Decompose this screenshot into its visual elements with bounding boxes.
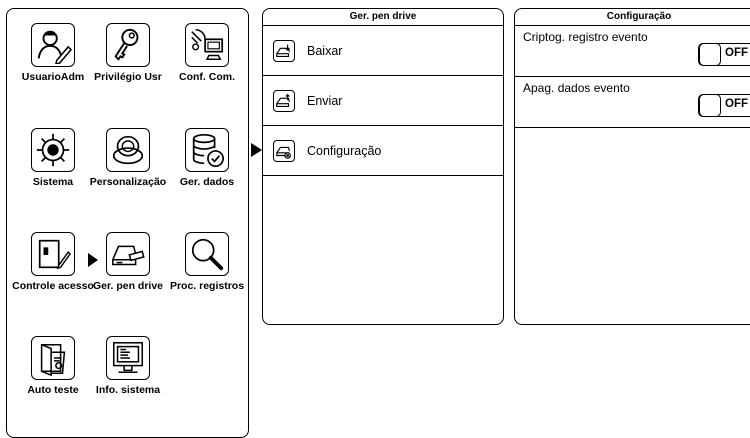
menu-item-label: Privilégio Usr [94, 71, 162, 83]
usb-drive-icon [106, 232, 150, 276]
database-icon [185, 128, 229, 172]
main-menu-panel: UsuarioAdm Privilégio Usr Conf. Com. Sis… [6, 8, 249, 438]
menu-item-label: Ger. pen drive [92, 280, 164, 292]
pen-item-configuracao[interactable]: Configuração [251, 126, 503, 176]
menu-item-label: Auto teste [27, 384, 79, 396]
toggle-knob [699, 94, 721, 117]
usb-download-icon [273, 39, 295, 62]
menu-item-label: Proc. registros [169, 280, 245, 292]
menu-item-personalizacao[interactable]: Personalização [87, 128, 169, 188]
pen-item-label: Baixar [307, 43, 343, 58]
self-test-icon [31, 336, 75, 380]
config-item-apag[interactable]: Apag. dados evento OFF [515, 77, 750, 128]
menu-item-label: UsuarioAdm [21, 71, 85, 83]
menu-item-ger-dados[interactable]: Ger. dados [166, 128, 248, 188]
user-edit-icon [31, 23, 75, 67]
menu-item-sistema[interactable]: Sistema [12, 128, 94, 188]
menu-item-label: Info. sistema [95, 384, 161, 396]
toggle-knob [699, 43, 721, 66]
toggle-state: OFF [725, 98, 748, 110]
menu-item-proc-registros[interactable]: Proc. registros [166, 232, 248, 292]
magnifier-icon [185, 232, 229, 276]
config-panel: Configuração Criptog. registro evento OF… [514, 8, 750, 325]
menu-item-label: Sistema [32, 176, 74, 188]
usb-settings-icon [273, 139, 295, 162]
menu-item-ger-pen-drive[interactable]: Ger. pen drive [87, 232, 169, 292]
system-info-icon [106, 336, 150, 380]
pen-drive-panel: Ger. pen drive Baixar Enviar Configuraçã… [251, 8, 504, 325]
pen-item-enviar[interactable]: Enviar [263, 76, 503, 126]
menu-item-info-sistema[interactable]: Info. sistema [87, 336, 169, 396]
pen-item-label: Configuração [307, 143, 382, 158]
menu-item-controle-acesso[interactable]: Controle acesso [12, 232, 94, 292]
menu-item-privilegio[interactable]: Privilégio Usr [87, 23, 169, 83]
network-computer-icon [185, 23, 229, 67]
toggle-switch[interactable]: OFF [698, 43, 750, 66]
key-icon [106, 23, 150, 67]
config-item-label: Apag. dados evento [523, 81, 630, 95]
personalize-icon [106, 128, 150, 172]
toggle-state: OFF [725, 47, 748, 59]
config-item-label: Criptog. registro evento [523, 30, 648, 44]
menu-item-conf-com[interactable]: Conf. Com. [166, 23, 248, 83]
menu-item-label: Conf. Com. [179, 71, 235, 83]
door-access-icon [31, 232, 75, 276]
config-item-criptog[interactable]: Criptog. registro evento OFF [515, 26, 750, 77]
menu-item-label: Ger. dados [179, 176, 235, 188]
selection-pointer-icon [251, 143, 262, 157]
menu-item-usuarioadm[interactable]: UsuarioAdm [12, 23, 94, 83]
panel-title: Configuração [515, 9, 750, 26]
pen-item-baixar[interactable]: Baixar [263, 26, 503, 76]
pen-item-label: Enviar [307, 93, 343, 108]
panel-title: Ger. pen drive [263, 9, 503, 26]
toggle-switch[interactable]: OFF [698, 94, 750, 117]
gear-icon [31, 128, 75, 172]
usb-upload-icon [273, 89, 295, 112]
menu-item-label: Controle acesso [12, 280, 94, 292]
menu-item-auto-teste[interactable]: Auto teste [12, 336, 94, 396]
menu-item-label: Personalização [89, 176, 167, 188]
